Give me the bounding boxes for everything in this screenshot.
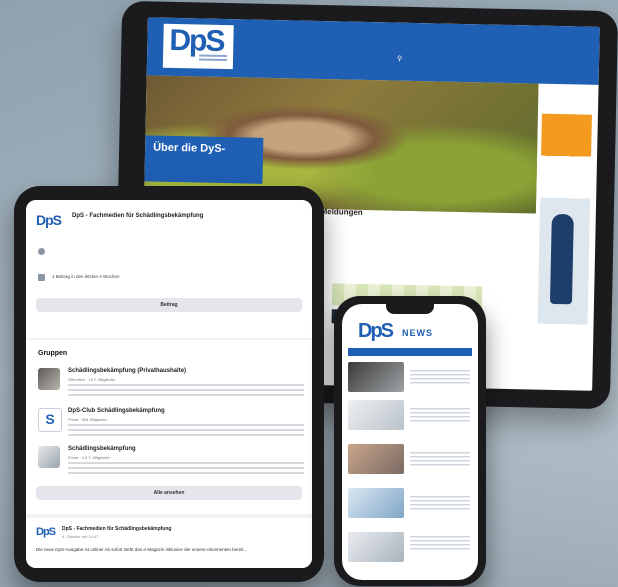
site-logo-text: DpS (169, 23, 224, 58)
group-name[interactable]: DpS-Club Schädlingsbekämpfung (68, 408, 165, 414)
hero-badge[interactable]: Über die DyS- (144, 135, 264, 184)
newsletter-logo: DpS (358, 320, 394, 342)
show-all-groups-button[interactable]: Alle ansehen (36, 486, 302, 500)
news-text (410, 370, 470, 384)
news-text (410, 496, 470, 510)
ad-person-image (549, 213, 574, 305)
news-image[interactable] (348, 532, 404, 562)
facebook-page-screen: DpS DpS - Fachmedien für Schädlingsbekäm… (26, 200, 312, 568)
site-logo[interactable]: DpS (162, 23, 234, 70)
feed-post: DpS DpS - Fachmedien für Schädlingsbekäm… (26, 518, 312, 568)
news-image[interactable] (348, 362, 404, 392)
smartphone-device: DpS NEWS (334, 296, 486, 586)
post-author-name[interactable]: DpS - Fachmedien für Schädlingsbekämpfun… (62, 526, 171, 532)
newsletter-screen: DpS NEWS (342, 304, 478, 580)
groups-heading: Gruppen (38, 350, 68, 357)
posts-count-text: 1 Beitrag in den letzten 4 Wochen (52, 274, 120, 279)
group-thumbnail[interactable]: S (38, 408, 62, 432)
news-image[interactable] (348, 400, 404, 430)
site-header: DpS ⚲ (146, 17, 600, 85)
posts-button[interactable]: Beitrag (36, 298, 302, 312)
site-nav: ⚲ (267, 52, 402, 63)
news-text (410, 408, 470, 422)
page-name[interactable]: DpS - Fachmedien für Schädlingsbekämpfun… (72, 213, 203, 219)
group-name[interactable]: Schädlingsbekämpfung (Privathaushalte) (68, 368, 186, 374)
info-icon (38, 248, 45, 255)
news-text (410, 452, 470, 466)
page-logo[interactable]: DpS (36, 212, 62, 230)
group-description (68, 384, 304, 396)
group-description (68, 462, 304, 474)
post-timestamp[interactable]: 4. Oktober um 14:47 (62, 534, 98, 539)
group-thumbnail[interactable] (38, 368, 60, 390)
news-text (410, 536, 470, 550)
news-image[interactable] (348, 444, 404, 474)
newsletter-news-label: NEWS (402, 328, 433, 338)
news-image[interactable] (348, 488, 404, 518)
newsletter-header-bar (348, 348, 472, 356)
sidebar-advertisement[interactable] (537, 113, 592, 325)
post-author-avatar[interactable]: DpS (36, 526, 56, 538)
group-description (68, 424, 304, 436)
group-meta: Privat · 4,5 T. Mitglieder (68, 455, 110, 460)
tablet-device: DpS DpS - Fachmedien für Schädlingsbekäm… (14, 186, 324, 582)
posts-icon (38, 274, 45, 281)
post-body: Die neue DpS-Ausgabe ist online! Ab sofo… (36, 547, 248, 552)
page-info-card: DpS DpS - Fachmedien für Schädlingsbekäm… (26, 200, 312, 338)
groups-card: Gruppen Schädlingsbekämpfung (Privathaus… (26, 340, 312, 514)
group-meta: Privat · 354 Mitglieder (68, 417, 107, 422)
group-thumbnail[interactable] (38, 446, 60, 468)
phone-notch (386, 304, 434, 314)
search-icon[interactable]: ⚲ (397, 55, 402, 63)
group-name[interactable]: Schädlingsbekämpfung (68, 446, 136, 452)
group-meta: Öffentlich · 15 T. Mitglieder (68, 377, 116, 382)
